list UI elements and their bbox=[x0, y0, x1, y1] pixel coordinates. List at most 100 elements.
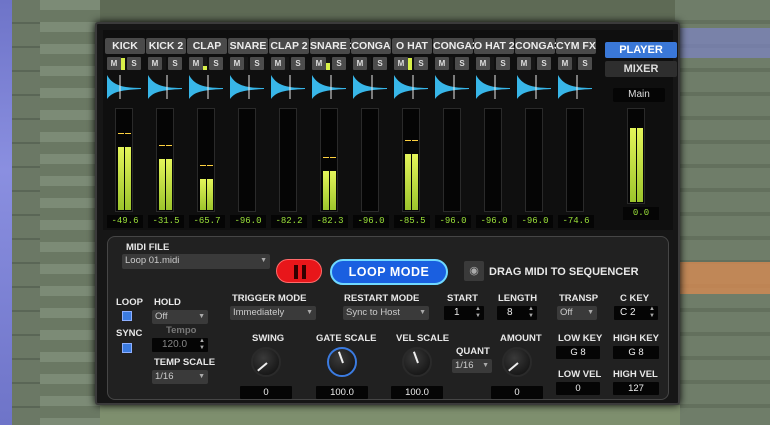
channel-name[interactable]: KICK 2 bbox=[146, 38, 186, 54]
activity-led bbox=[162, 57, 166, 70]
mute-button[interactable]: M bbox=[353, 57, 367, 70]
channel-name[interactable]: O HAT bbox=[392, 38, 432, 54]
loop-mode-button[interactable]: LOOP MODE bbox=[330, 259, 448, 285]
spinner-arrows-icon: ▲ ▼ bbox=[475, 306, 481, 319]
peak-marker-left bbox=[118, 133, 124, 134]
trigger-mode-dropdown[interactable]: Immediately ▼ bbox=[230, 306, 316, 320]
solo-button[interactable]: S bbox=[537, 57, 551, 70]
main-bus-label: Main bbox=[613, 88, 665, 102]
level-meter[interactable] bbox=[115, 108, 133, 212]
gate-scale-knob[interactable] bbox=[327, 347, 357, 377]
mute-button[interactable]: M bbox=[394, 57, 408, 70]
quant-dropdown[interactable]: 1/16 ▼ bbox=[452, 359, 492, 373]
mute-button[interactable]: M bbox=[271, 57, 285, 70]
swing-knob[interactable] bbox=[251, 347, 281, 377]
restart-mode-dropdown[interactable]: Sync to Host ▼ bbox=[343, 306, 429, 320]
solo-button[interactable]: S bbox=[496, 57, 510, 70]
level-meter-bar-left bbox=[159, 159, 165, 210]
channel-name[interactable]: CLAP bbox=[187, 38, 227, 54]
tab-mixer[interactable]: MIXER bbox=[605, 61, 677, 77]
mute-button[interactable]: M bbox=[435, 57, 449, 70]
channel-strip: CLAP M S -65.7 bbox=[187, 38, 227, 230]
chevron-down-icon: ▼ bbox=[419, 309, 426, 316]
amount-knob[interactable] bbox=[502, 347, 532, 377]
low-vel-value[interactable]: 0 bbox=[556, 382, 600, 395]
c-key-spinner[interactable]: C 2 ▲ ▼ bbox=[614, 306, 658, 320]
swing-value: 0 bbox=[240, 386, 292, 399]
solo-button[interactable]: S bbox=[373, 57, 387, 70]
drag-midi-label: DRAG MIDI TO SEQUENCER bbox=[489, 266, 639, 278]
high-key-value[interactable]: G 8 bbox=[613, 346, 659, 359]
level-meter[interactable] bbox=[279, 108, 297, 212]
solo-button[interactable]: S bbox=[209, 57, 223, 70]
mute-button[interactable]: M bbox=[107, 57, 121, 70]
stop-icon-bar-left bbox=[294, 265, 298, 279]
temp-scale-value: 1/16 bbox=[155, 371, 174, 382]
amount-value: 0 bbox=[491, 386, 543, 399]
level-meter-bar-left bbox=[323, 171, 329, 210]
stop-button[interactable] bbox=[276, 259, 322, 283]
mute-button[interactable]: M bbox=[517, 57, 531, 70]
tab-player[interactable]: PLAYER bbox=[605, 42, 677, 58]
loop-label: LOOP bbox=[116, 297, 143, 308]
level-meter[interactable] bbox=[402, 108, 420, 212]
level-meter[interactable] bbox=[320, 108, 338, 212]
level-meter[interactable] bbox=[156, 108, 174, 212]
channel-name[interactable]: KICK bbox=[105, 38, 145, 54]
transp-dropdown[interactable]: Off ▼ bbox=[557, 306, 597, 320]
level-meter[interactable] bbox=[525, 108, 543, 212]
solo-button[interactable]: S bbox=[291, 57, 305, 70]
activity-led bbox=[490, 57, 494, 70]
level-meter[interactable] bbox=[566, 108, 584, 212]
tempo-spinner[interactable]: 120.0 ▲ ▼ bbox=[152, 338, 208, 352]
level-meter[interactable] bbox=[443, 108, 461, 212]
mute-button[interactable]: M bbox=[230, 57, 244, 70]
level-meter[interactable] bbox=[361, 108, 379, 212]
audio-clip-right bbox=[680, 262, 770, 294]
level-meter[interactable] bbox=[484, 108, 502, 212]
transp-label: TRANSP bbox=[559, 293, 599, 304]
hold-dropdown[interactable]: Off ▼ bbox=[152, 310, 208, 324]
envelope-display bbox=[148, 75, 182, 99]
low-vel-label: LOW VEL bbox=[558, 369, 602, 380]
start-spinner[interactable]: 1 ▲ ▼ bbox=[444, 306, 484, 320]
chevron-down-icon: ▼ bbox=[306, 309, 313, 316]
envelope-shape bbox=[230, 75, 264, 99]
solo-button[interactable]: S bbox=[168, 57, 182, 70]
channel-name[interactable]: SNARE 2 bbox=[310, 38, 356, 54]
channel-name[interactable]: SNARE bbox=[228, 38, 268, 54]
solo-button[interactable]: S bbox=[578, 57, 592, 70]
channel-name[interactable]: CONGA bbox=[351, 38, 391, 54]
temp-scale-dropdown[interactable]: 1/16 ▼ bbox=[152, 370, 208, 384]
solo-button[interactable]: S bbox=[250, 57, 264, 70]
vel-scale-knob[interactable] bbox=[402, 347, 432, 377]
channel-name[interactable]: O HAT 2 bbox=[474, 38, 515, 54]
channel-name[interactable]: CLAP 2 bbox=[269, 38, 309, 54]
level-meter[interactable] bbox=[238, 108, 256, 212]
mute-button[interactable]: M bbox=[476, 57, 490, 70]
solo-button[interactable]: S bbox=[455, 57, 469, 70]
loop-checkbox[interactable] bbox=[122, 311, 132, 321]
high-vel-value[interactable]: 127 bbox=[613, 382, 659, 395]
channel-name[interactable]: CONGA3 bbox=[515, 38, 560, 54]
low-key-value[interactable]: G 8 bbox=[556, 346, 600, 359]
midi-file-dropdown[interactable]: Loop 01.midi ▼ bbox=[122, 254, 270, 269]
level-meter[interactable] bbox=[197, 108, 215, 212]
envelope-display bbox=[230, 75, 264, 99]
mute-button[interactable]: M bbox=[312, 57, 326, 70]
sync-checkbox[interactable] bbox=[122, 343, 132, 353]
solo-button[interactable]: S bbox=[332, 57, 346, 70]
high-key-label: HIGH KEY bbox=[613, 333, 659, 344]
main-meter bbox=[627, 108, 645, 204]
channel-name[interactable]: CYM FX bbox=[556, 38, 596, 54]
mute-button[interactable]: M bbox=[558, 57, 572, 70]
mute-button[interactable]: M bbox=[148, 57, 162, 70]
drag-midi-icon[interactable]: ◉ bbox=[464, 261, 484, 281]
channel-name[interactable]: CONGA2 bbox=[433, 38, 478, 54]
level-meter-bar-left bbox=[200, 179, 206, 210]
solo-button[interactable]: S bbox=[127, 57, 141, 70]
mute-button[interactable]: M bbox=[189, 57, 203, 70]
length-spinner[interactable]: 8 ▲ ▼ bbox=[497, 306, 537, 320]
level-value: -31.5 bbox=[148, 215, 184, 228]
solo-button[interactable]: S bbox=[414, 57, 428, 70]
